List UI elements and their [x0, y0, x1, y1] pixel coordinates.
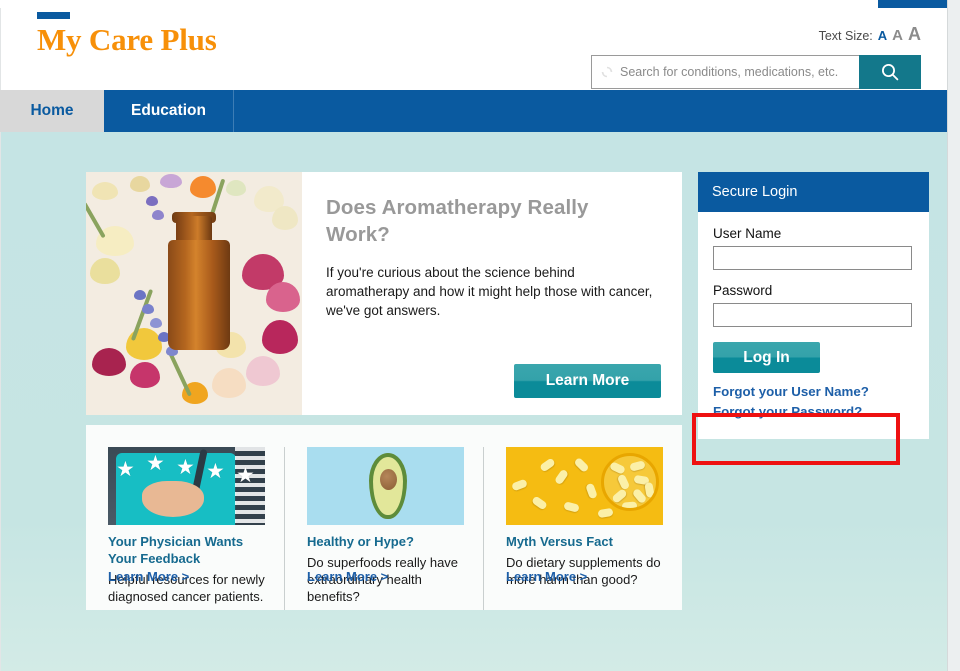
loading-spinner-icon: [601, 66, 613, 78]
bottle-body: [168, 240, 230, 350]
secure-login-form: User Name Password Log In Forgot your Us…: [698, 212, 929, 439]
article-card-image: ★ ★ ★ ★ ★: [108, 447, 265, 525]
article-card-learn-more-link[interactable]: Learn More >: [307, 569, 388, 584]
search-input[interactable]: [613, 65, 859, 79]
hero-description: If you're curious about the science behi…: [326, 265, 653, 318]
page-body: Does Aromatherapy Really Work? If you're…: [0, 132, 947, 671]
search-input-wrap: [591, 55, 859, 89]
username-input[interactable]: [713, 246, 912, 270]
hero-image-art: [86, 172, 302, 415]
site-logo[interactable]: My Care Plus: [37, 12, 217, 58]
text-size-control: Text Size: A A A: [819, 25, 921, 43]
hero-learn-more-button[interactable]: Learn More: [514, 364, 661, 398]
text-size-large-button[interactable]: A: [908, 25, 921, 43]
avocado-photo-art: [307, 447, 464, 525]
login-submit-button[interactable]: Log In: [713, 342, 820, 373]
nav-tab-home[interactable]: Home: [0, 90, 104, 132]
page-scroll-gutter[interactable]: [947, 0, 960, 671]
star-icon: ★: [236, 464, 255, 487]
primary-navigation: Home Education: [0, 90, 947, 132]
username-label: User Name: [713, 226, 782, 241]
star-icon: ★: [146, 452, 165, 475]
article-card-learn-more-link[interactable]: Learn More >: [506, 569, 587, 584]
text-size-small-button[interactable]: A: [878, 29, 887, 42]
search-icon: [882, 64, 899, 81]
hero-title: Does Aromatherapy Really Work?: [326, 196, 589, 246]
article-card-title[interactable]: Your Physician Wants Your Feedback: [108, 533, 268, 567]
article-card-learn-more-link[interactable]: Learn More >: [108, 569, 189, 584]
article-card-image: [506, 447, 663, 525]
star-icon: ★: [206, 460, 225, 483]
forgot-username-link[interactable]: Forgot your User Name?: [713, 384, 911, 399]
secure-login-title: Secure Login: [698, 172, 929, 212]
secure-login-panel: Secure Login User Name Password Log In F…: [698, 172, 929, 439]
nav-tab-education[interactable]: Education: [104, 90, 234, 132]
article-card-title[interactable]: Healthy or Hype?: [307, 533, 467, 550]
hero-image: [86, 172, 302, 415]
article-card-row: ★ ★ ★ ★ ★ Your Physician Wants Your Feed…: [86, 425, 682, 610]
article-card: Healthy or Hype? Do superfoods really ha…: [284, 447, 483, 610]
logo-accent-mark: [37, 12, 70, 19]
article-card: Myth Versus Fact Do dietary supplements …: [483, 447, 682, 610]
star-icon: ★: [176, 456, 195, 479]
password-input[interactable]: [713, 303, 912, 327]
hero-feature-card: Does Aromatherapy Really Work? If you're…: [86, 172, 682, 415]
forgot-password-link[interactable]: Forgot your Password?: [713, 404, 911, 419]
article-card-title[interactable]: Myth Versus Fact: [506, 533, 666, 550]
article-card: ★ ★ ★ ★ ★ Your Physician Wants Your Feed…: [86, 447, 284, 610]
top-accent-bar: [878, 0, 947, 8]
site-header: My Care Plus Text Size: A A A: [0, 8, 947, 90]
text-size-label: Text Size:: [818, 29, 873, 43]
physician-photo-art: ★ ★ ★ ★ ★: [108, 447, 265, 525]
search-submit-button[interactable]: [859, 55, 921, 89]
search-bar: [591, 55, 921, 89]
star-icon: ★: [116, 458, 135, 481]
capsules-photo-art: [506, 447, 663, 525]
hero-content: Does Aromatherapy Really Work? If you're…: [302, 172, 682, 415]
logo-text: My Care Plus: [37, 22, 217, 57]
password-label: Password: [713, 283, 773, 298]
article-card-image: [307, 447, 464, 525]
text-size-medium-button[interactable]: A: [892, 28, 903, 43]
page-root: My Care Plus Text Size: A A A Search for…: [0, 0, 960, 671]
